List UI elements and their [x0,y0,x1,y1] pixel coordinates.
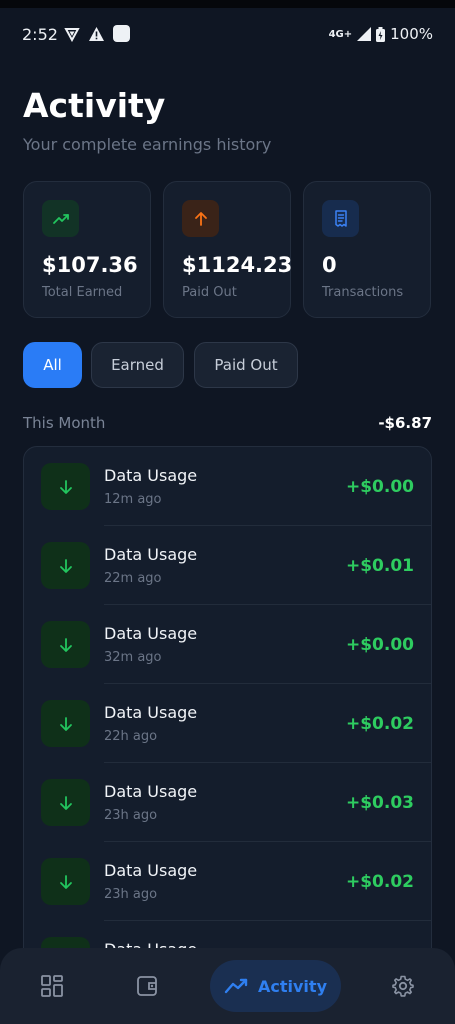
transaction-title: Data Usage [104,782,198,801]
stat-value: 0 [322,253,337,277]
nav-activity-button[interactable]: Activity [210,960,341,1012]
stat-value: $1124.23 [182,253,293,277]
section-label: This Month [23,414,106,432]
transaction-item[interactable]: Data Usage 23h ago +$0.02 [24,842,431,921]
transaction-title: Data Usage [104,545,198,564]
transaction-item[interactable]: Data Usage 12m ago +$0.00 [24,447,431,526]
transaction-title: Data Usage [104,861,198,880]
transaction-title: Data Usage [104,466,198,485]
nav-activity-label: Activity [258,976,327,996]
status-system-icons: 4G+ 100% [329,25,433,43]
network-type: 4G+ [328,28,353,40]
battery-level: 100% [390,25,433,43]
section-total: -$6.87 [378,414,432,432]
arrow-down-icon [41,463,90,510]
warning-icon [89,26,104,41]
arrow-down-icon [41,779,90,826]
stat-card-paid-out: $1124.23 Paid Out [163,181,293,318]
transaction-amount: +$0.02 [345,872,414,892]
stat-label: Paid Out [182,285,237,300]
stat-label: Transactions [322,285,404,300]
arrow-down-icon [41,700,90,747]
app-notification-icon [113,25,130,42]
transaction-time: 22m ago [104,571,162,586]
dashboard-icon [41,975,63,997]
arrow-down-icon [41,858,90,905]
page-title: Activity [23,86,166,125]
nav-wallet-button[interactable] [121,960,173,1012]
transaction-time: 23h ago [104,808,158,823]
transaction-item[interactable]: Data Usage 22h ago +$0.02 [24,684,431,763]
transaction-time: 23h ago [104,887,158,902]
bottom-navigation: Activity [0,948,455,1024]
arrow-up-icon [182,200,219,237]
transaction-amount: +$0.03 [345,793,414,813]
stat-card-transactions: 0 Transactions [303,181,431,318]
transaction-item[interactable]: Data Usage 22m ago +$0.01 [24,526,431,605]
settings-gear-icon [392,975,414,997]
nav-dashboard-button[interactable] [26,960,78,1012]
page-subtitle: Your complete earnings history [23,135,272,154]
transaction-title: Data Usage [104,703,198,722]
vpn-shield-icon [64,27,80,42]
signal-icon [357,27,372,41]
arrow-down-icon [41,621,90,668]
transaction-amount: +$0.01 [345,556,414,576]
transaction-time: 12m ago [104,492,162,507]
transaction-list[interactable]: Data Usage 12m ago +$0.00 Data Usage 22m… [23,446,432,1006]
transaction-time: 22h ago [104,729,158,744]
filter-all-button[interactable]: All [23,342,82,388]
stat-card-total-earned: $107.36 Total Earned [23,181,151,318]
transaction-item[interactable]: Data Usage 23h ago +$0.03 [24,763,431,842]
battery-icon [376,26,386,42]
filter-paid-out-button[interactable]: Paid Out [194,342,298,388]
status-notification-icons [64,25,130,42]
transaction-title: Data Usage [104,624,198,643]
activity-icon [224,978,248,994]
transaction-item[interactable]: Data Usage 32m ago +$0.00 [24,605,431,684]
trending-up-icon [42,200,79,237]
transaction-amount: +$0.00 [345,635,414,655]
stat-label: Total Earned [42,285,123,300]
nav-settings-button[interactable] [377,960,429,1012]
status-time: 2:52 [22,25,58,44]
status-bar: 2:52 4G+ 100% [0,18,455,52]
transaction-amount: +$0.02 [345,714,414,734]
receipt-icon [322,200,359,237]
transaction-amount: +$0.00 [345,477,414,497]
stat-value: $107.36 [42,253,138,277]
arrow-down-icon [41,542,90,589]
filter-earned-button[interactable]: Earned [91,342,184,388]
transaction-time: 32m ago [104,650,162,665]
screen-top-edge [0,0,455,8]
wallet-icon [137,976,157,996]
